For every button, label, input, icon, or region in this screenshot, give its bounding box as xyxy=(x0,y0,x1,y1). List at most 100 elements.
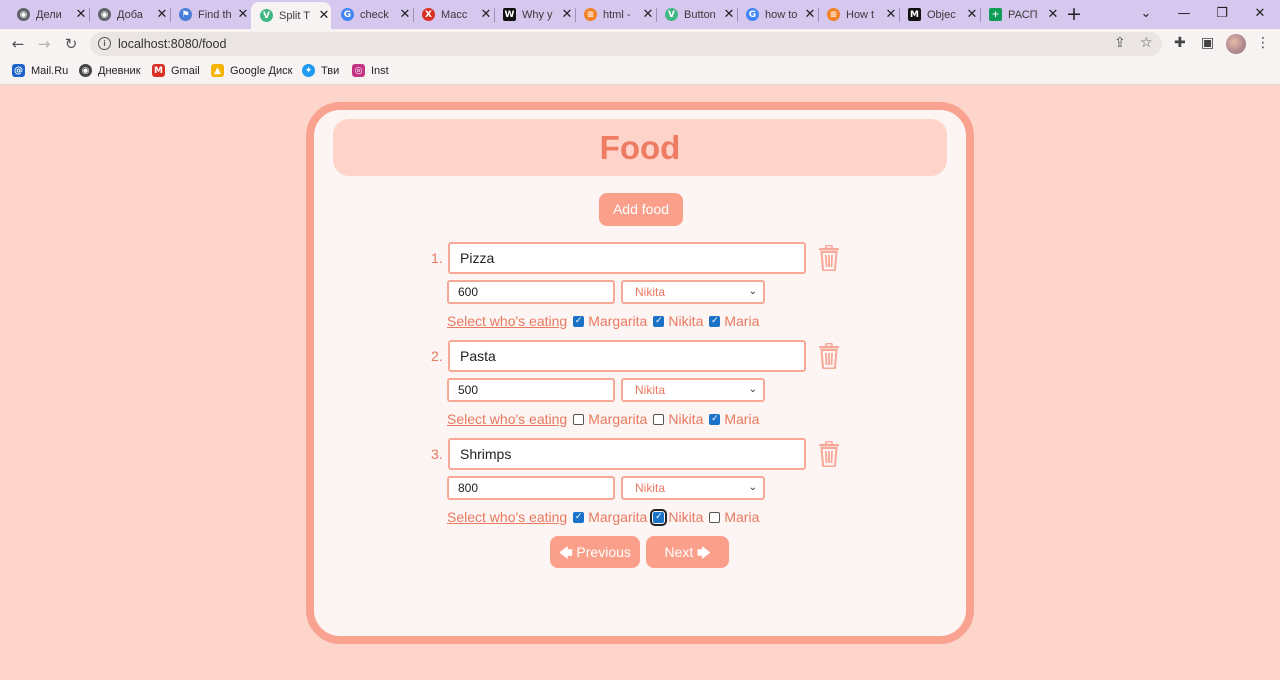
new-tab-button[interactable]: + xyxy=(1064,3,1084,25)
food-name-input[interactable] xyxy=(448,340,806,372)
trash-icon[interactable] xyxy=(818,343,840,369)
reload-icon[interactable]: ↻ xyxy=(61,34,81,54)
medium-icon: M xyxy=(908,8,921,21)
eater-label: Margarita xyxy=(588,411,648,427)
bookmark-item[interactable]: ✦ Тви xyxy=(302,64,339,77)
eaters-row: Select who's eating Margarita Nikita ✓ M… xyxy=(447,411,765,427)
close-icon[interactable]: ✕ xyxy=(884,7,898,22)
bookmark-item[interactable]: ◎ Inst xyxy=(352,64,389,77)
close-icon[interactable]: ✕ xyxy=(560,7,574,22)
payer-select[interactable]: Nikita ⌄ xyxy=(621,378,765,402)
food-item: 3. Nikita ⌄ Select who's eating ✓ Margar… xyxy=(314,438,966,536)
extensions-puzzle-icon[interactable]: ✚ xyxy=(1174,35,1186,51)
share-icon[interactable]: ⇪ xyxy=(1114,35,1126,51)
add-food-button[interactable]: Add food xyxy=(599,193,683,226)
price-input[interactable] xyxy=(447,476,615,500)
browser-tab[interactable]: G how to ✕ xyxy=(737,4,817,25)
back-arrow-icon[interactable]: ← xyxy=(8,34,28,54)
food-item: 2. Nikita ⌄ Select who's eating Margarit… xyxy=(314,340,966,438)
site-info-icon[interactable]: i xyxy=(98,37,111,50)
item-number: 1. xyxy=(431,250,443,266)
instagram-icon: ◎ xyxy=(352,64,365,77)
eater-checkbox[interactable]: ✓ xyxy=(573,315,585,327)
eater-checkbox[interactable]: ✓ xyxy=(709,413,721,425)
close-icon[interactable]: ✕ xyxy=(479,7,493,22)
browser-tab[interactable]: ◉ Дели ✕ xyxy=(8,4,88,25)
browser-tab[interactable]: X Масс ✕ xyxy=(413,4,493,25)
arrow-right-icon: 🡆 xyxy=(697,546,711,561)
globe-icon: ◉ xyxy=(98,8,111,21)
food-name-input[interactable] xyxy=(448,438,806,470)
trash-icon[interactable] xyxy=(818,245,840,271)
browser-toolbar: ← → ↻ i localhost:8080/food ⇪ ☆ ✚ ▣ ⋮ xyxy=(0,29,1280,59)
google-icon: G xyxy=(746,8,759,21)
eater-checkbox[interactable]: ✓ xyxy=(709,315,721,327)
bookmark-item[interactable]: ◉ Дневник xyxy=(79,64,141,77)
menu-kebab-icon[interactable]: ⋮ xyxy=(1256,35,1270,51)
eater-checkbox[interactable] xyxy=(573,413,585,425)
side-panel-icon[interactable]: ▣ xyxy=(1201,35,1214,51)
price-input[interactable] xyxy=(447,280,615,304)
vue-icon: V xyxy=(260,9,273,22)
next-button[interactable]: Next 🡆 xyxy=(646,536,729,568)
address-bar[interactable]: i localhost:8080/food ⇪ ☆ xyxy=(90,32,1162,56)
select-eaters-link[interactable]: Select who's eating xyxy=(447,509,567,525)
previous-button[interactable]: 🡄 Previous xyxy=(550,536,640,568)
eater-checkbox[interactable] xyxy=(709,511,721,523)
item-number: 2. xyxy=(431,348,443,364)
profile-avatar[interactable] xyxy=(1226,34,1246,54)
food-name-input[interactable] xyxy=(448,242,806,274)
browser-tab[interactable]: ◉ Доба ✕ xyxy=(89,4,169,25)
bookmark-item[interactable]: ▲ Google Диск xyxy=(211,64,292,77)
close-icon[interactable]: ✕ xyxy=(965,7,979,22)
browser-tab[interactable]: M Objec ✕ xyxy=(899,4,979,25)
tab-search-chevron-icon[interactable]: ⌄ xyxy=(1134,4,1158,24)
close-icon[interactable]: ✕ xyxy=(722,7,736,22)
browser-tab[interactable]: + РАСП ✕ xyxy=(980,4,1060,25)
eater-checkbox[interactable] xyxy=(653,413,665,425)
close-icon[interactable]: ✕ xyxy=(803,7,817,22)
eater-label: Nikita xyxy=(668,313,704,329)
eater-label: Maria xyxy=(724,411,760,427)
select-eaters-link[interactable]: Select who's eating xyxy=(447,313,567,329)
browser-tab[interactable]: V Button ✕ xyxy=(656,4,736,25)
arrow-left-icon: 🡄 xyxy=(559,546,573,561)
restore-icon[interactable]: ❐ xyxy=(1210,4,1234,24)
forward-arrow-icon[interactable]: → xyxy=(34,34,54,54)
browser-tab[interactable]: W Why y ✕ xyxy=(494,4,574,25)
close-icon[interactable]: ✕ xyxy=(236,7,250,22)
browser-tab[interactable]: G check ✕ xyxy=(332,4,412,25)
star-icon[interactable]: ☆ xyxy=(1140,35,1153,51)
page-title: Food xyxy=(599,129,681,166)
browser-tab[interactable]: ⚑ Find th ✕ xyxy=(170,4,250,25)
close-icon[interactable]: ✕ xyxy=(155,7,169,22)
close-icon[interactable]: ✕ xyxy=(398,7,412,22)
food-item: 1. Nikita ⌄ Select who's eating ✓ Margar… xyxy=(314,242,966,340)
price-input[interactable] xyxy=(447,378,615,402)
browser-tab-active[interactable]: V Split T ✕ xyxy=(251,2,331,29)
drive-icon: ▲ xyxy=(211,64,224,77)
minimize-icon[interactable]: — xyxy=(1172,4,1196,24)
payer-select[interactable]: Nikita ⌄ xyxy=(621,280,765,304)
eater-checkbox[interactable]: ✓ xyxy=(650,508,668,526)
bookmark-item[interactable]: M Gmail xyxy=(152,64,200,77)
select-eaters-link[interactable]: Select who's eating xyxy=(447,411,567,427)
eater-checkbox[interactable]: ✓ xyxy=(653,315,665,327)
bookmark-item[interactable]: @ Mail.Ru xyxy=(12,64,68,77)
close-icon[interactable]: ✕ xyxy=(317,8,331,23)
browser-tab[interactable]: ≡ How t ✕ xyxy=(818,4,898,25)
food-card: Food Add food 1. Nikita ⌄ Select who's e… xyxy=(306,102,974,644)
google-icon: G xyxy=(341,8,354,21)
close-icon[interactable]: ✕ xyxy=(641,7,655,22)
address-url[interactable]: localhost:8080/food xyxy=(118,37,226,51)
trash-icon[interactable] xyxy=(818,441,840,467)
payer-select[interactable]: Nikita ⌄ xyxy=(621,476,765,500)
bookmarks-bar: @ Mail.Ru ◉ Дневник M Gmail ▲ Google Дис… xyxy=(0,59,1280,85)
eater-checkbox[interactable]: ✓ xyxy=(573,511,585,523)
window-close-icon[interactable]: ✕ xyxy=(1248,4,1272,24)
header-bar: Food xyxy=(333,119,947,176)
close-icon[interactable]: ✕ xyxy=(74,7,88,22)
close-icon[interactable]: ✕ xyxy=(1046,7,1060,22)
stack-icon: ≡ xyxy=(584,8,597,21)
browser-tab[interactable]: ≡ html - ✕ xyxy=(575,4,655,25)
